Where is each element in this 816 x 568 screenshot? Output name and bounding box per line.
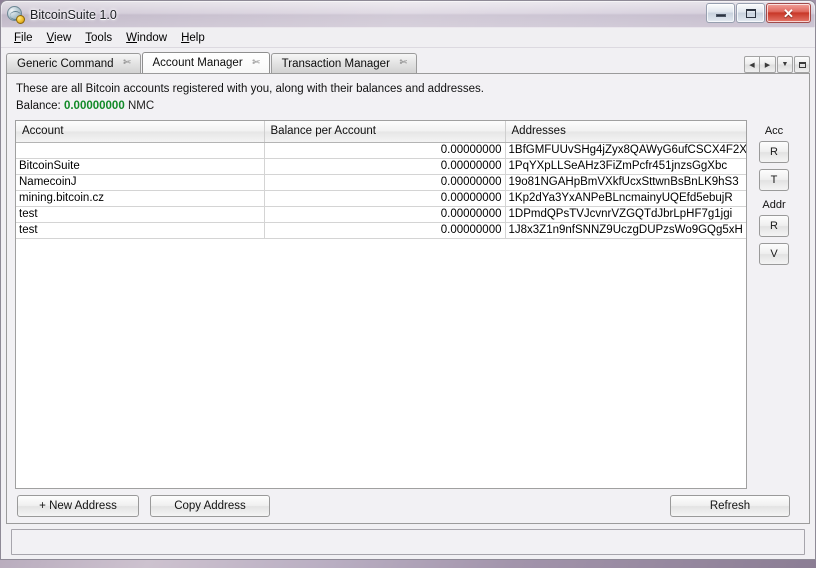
tab-nav-controls: ◀ ▶ ▼ (744, 56, 810, 73)
column-header-account[interactable]: Account (16, 121, 265, 143)
cell-address: 19o81NGAHpBmVXkfUcxSttwnBsBnLK9hS3 (505, 174, 746, 191)
tab-scroll-left-button[interactable]: ◀ (744, 56, 760, 73)
column-header-addresses[interactable]: Addresses (505, 121, 746, 143)
cell-balance: 0.00000000 (264, 158, 506, 175)
tab-generic-command[interactable]: Generic Command ✄ (6, 53, 141, 73)
globe-coin-icon (7, 6, 25, 24)
tab-label: Transaction Manager (281, 57, 390, 70)
addr-group-label: Addr (762, 199, 786, 211)
acc-rename-button[interactable]: R (759, 141, 789, 163)
table-row[interactable]: test 0.00000000 1DPmdQPsTVJcvnrVZGQTdJbrLp… (16, 206, 746, 223)
accounts-table-body: 0.00000000 1BfGMFUUvSHg4jZyx8QAWyG6ufCSCX… (16, 142, 746, 239)
tab-scroll-right-button[interactable]: ▶ (760, 56, 776, 73)
tab-list-dropdown-button[interactable]: ▼ (777, 56, 793, 73)
menu-item-tools[interactable]: Tools (78, 30, 119, 46)
chevron-down-icon: ▼ (781, 61, 789, 68)
minimize-button[interactable] (706, 3, 735, 23)
table-row[interactable]: mining.bitcoin.cz 0.00000000 1Kp2dYa3YxANP… (16, 190, 746, 207)
balance-label: Balance: (16, 100, 61, 112)
tab-close-icon[interactable]: ✄ (399, 59, 408, 68)
copy-address-button[interactable]: Copy Address (150, 495, 270, 517)
tab-account-manager[interactable]: Account Manager ✄ (141, 52, 270, 73)
close-icon: ✕ (783, 5, 794, 21)
close-button[interactable]: ✕ (766, 3, 811, 23)
tab-label: Generic Command (17, 57, 114, 70)
cell-balance: 0.00000000 (264, 174, 506, 191)
side-action-panel: Acc R T Addr R V (747, 120, 801, 489)
balance-value: 0.00000000 (63, 100, 125, 112)
cell-address: 1BfGMFUUvSHg4jZyx8QAWyG6ufCSCX4F2X (505, 142, 746, 159)
tab-transaction-manager[interactable]: Transaction Manager ✄ (270, 53, 417, 73)
title-bar: BitcoinSuite 1.0 ✕ (1, 1, 815, 28)
menu-item-window[interactable]: Window (119, 30, 174, 46)
maximize-button[interactable] (736, 3, 765, 23)
minimize-icon (715, 14, 726, 17)
cell-balance: 0.00000000 (264, 142, 506, 159)
table-header-row: Account Balance per Account Addresses (16, 121, 746, 143)
menu-item-file[interactable]: File (7, 30, 40, 46)
acc-transfer-button[interactable]: T (759, 169, 789, 191)
application-window: BitcoinSuite 1.0 ✕ File View Tools Windo… (0, 0, 816, 560)
cell-account: test (16, 222, 265, 239)
window-controls: ✕ (705, 3, 811, 23)
restore-icon (798, 61, 806, 68)
tab-label: Account Manager (152, 57, 243, 69)
chevron-left-icon: ◀ (749, 61, 755, 69)
table-row[interactable]: test 0.00000000 1J8x3Z1n9nfSNNZ9UczgDUPzsW… (16, 222, 746, 239)
content-area: Generic Command ✄ Account Manager ✄ Tran… (1, 48, 815, 559)
table-row[interactable]: NamecoinJ 0.00000000 19o81NGAHpBmVXkfUcxSt… (16, 174, 746, 191)
window-title: BitcoinSuite 1.0 (30, 7, 117, 22)
cell-address: 1Kp2dYa3YxANPeBLncmainyUQEfd5ebujR (505, 190, 746, 207)
column-header-balance[interactable]: Balance per Account (264, 121, 506, 143)
cell-account: NamecoinJ (16, 174, 265, 191)
new-address-button[interactable]: + New Address (17, 495, 139, 517)
accounts-table: Account Balance per Account Addresses 0.… (16, 121, 746, 239)
cell-balance: 0.00000000 (264, 222, 506, 239)
refresh-button[interactable]: Refresh (670, 495, 790, 517)
panel-description: These are all Bitcoin accounts registere… (16, 83, 484, 95)
cell-account (16, 142, 265, 159)
total-balance-line: Balance: 0.00000000 NMC (16, 100, 801, 112)
addr-verify-button[interactable]: V (759, 243, 789, 265)
menu-item-help[interactable]: Help (174, 30, 212, 46)
table-row[interactable]: BitcoinSuite 0.00000000 1PqYXpLLSeAHz3FiZm… (16, 158, 746, 175)
account-manager-panel: These are all Bitcoin accounts registere… (6, 73, 810, 524)
menu-bar: File View Tools Window Help (1, 28, 815, 48)
table-row[interactable]: 0.00000000 1BfGMFUUvSHg4jZyx8QAWyG6ufCSCX… (16, 142, 746, 159)
balance-unit: NMC (127, 100, 155, 112)
tab-close-icon[interactable]: ✄ (123, 59, 132, 68)
bottom-action-bar: + New Address Copy Address Refresh (15, 489, 801, 523)
accounts-area: Account Balance per Account Addresses 0.… (15, 120, 801, 489)
status-bar (11, 529, 805, 555)
cell-account: mining.bitcoin.cz (16, 190, 265, 207)
cell-account: BitcoinSuite (16, 158, 265, 175)
cell-balance: 0.00000000 (264, 190, 506, 207)
acc-group-label: Acc (764, 125, 784, 137)
accounts-table-container[interactable]: Account Balance per Account Addresses 0.… (15, 120, 747, 489)
tab-restore-button[interactable] (794, 56, 810, 73)
cell-address: 1J8x3Z1n9nfSNNZ9UczgDUPzsWo9GQg5xH (505, 222, 746, 239)
tab-close-icon[interactable]: ✄ (252, 58, 261, 68)
tab-strip: Generic Command ✄ Account Manager ✄ Tran… (6, 52, 810, 73)
cell-account: test (16, 206, 265, 223)
cell-address: 1PqYXpLLSeAHz3FiZmPcfr451jnzsGgXbc (505, 158, 746, 175)
cell-balance: 0.00000000 (264, 206, 506, 223)
addr-rename-button[interactable]: R (759, 215, 789, 237)
cell-address: 1DPmdQPsTVJcvnrVZGQTdJbrLpHF7g1jgi (505, 206, 746, 223)
table-empty-space (16, 238, 746, 488)
menu-item-view[interactable]: View (40, 30, 79, 46)
maximize-icon (745, 8, 756, 18)
chevron-right-icon: ▶ (764, 61, 771, 69)
